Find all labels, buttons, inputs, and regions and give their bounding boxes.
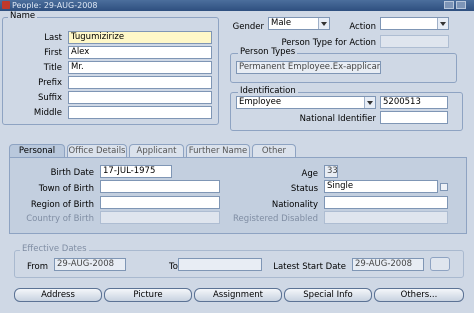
birth-date-field[interactable]: 17-JUL-1975 — [100, 165, 172, 178]
person-types-field[interactable]: Permanent Employee.Ex-applicant — [236, 61, 381, 74]
nationality-label: Nationality — [271, 200, 318, 210]
action-select[interactable] — [380, 17, 449, 30]
town-of-birth-field[interactable] — [100, 180, 220, 193]
descriptive-flexfield-button[interactable] — [430, 257, 450, 271]
prefix-field[interactable] — [68, 76, 212, 89]
tab-applicant[interactable]: Applicant — [129, 144, 184, 157]
chevron-down-icon — [318, 18, 329, 29]
minimize-button[interactable] — [444, 1, 454, 9]
suffix-field[interactable] — [68, 91, 212, 104]
tab-personal[interactable]: Personal — [9, 144, 65, 158]
latest-start-date-label: Latest Start Date — [273, 262, 346, 272]
nationality-field[interactable] — [324, 196, 448, 209]
last-name-field[interactable]: Tugumizirize — [68, 31, 212, 44]
identification-type-select[interactable]: Employee — [236, 96, 376, 109]
effective-dates-title: Effective Dates — [20, 244, 89, 254]
gender-select[interactable]: Male — [268, 17, 330, 30]
national-identifier-field[interactable] — [380, 111, 448, 124]
tab-other[interactable]: Other — [252, 144, 296, 157]
age-label: Age — [301, 169, 318, 179]
special-info-button[interactable]: Special Info — [284, 288, 372, 302]
registered-disabled-field — [324, 211, 448, 224]
last-name-label: Last — [44, 33, 62, 43]
window-title: People: 29-AUG-2008 — [12, 1, 98, 10]
from-date-field: 29-AUG-2008 — [54, 258, 126, 271]
action-label: Action — [349, 22, 376, 32]
name-group-title: Name — [8, 11, 38, 21]
age-field: 33 — [324, 165, 338, 178]
identification-title: Identification — [238, 86, 298, 96]
registered-disabled-label: Registered Disabled — [232, 214, 318, 224]
first-name-field[interactable]: Alex — [68, 46, 212, 59]
middle-name-label: Middle — [33, 108, 62, 118]
from-label: From — [26, 262, 48, 272]
tab-office-details[interactable]: Office Details — [67, 144, 127, 157]
address-button[interactable]: Address — [14, 288, 102, 302]
tab-further-name[interactable]: Further Name — [186, 144, 250, 157]
person-types-title: Person Types — [238, 47, 298, 57]
gender-label: Gender — [232, 22, 264, 32]
chevron-down-icon — [364, 97, 375, 108]
window-titlebar: People: 29-AUG-2008 — [0, 0, 474, 11]
birth-date-label: Birth Date — [50, 168, 94, 178]
list-of-values-icon[interactable] — [440, 183, 448, 191]
to-date-field — [178, 258, 262, 271]
country-of-birth-label: Country of Birth — [26, 214, 94, 224]
chevron-down-icon — [437, 18, 448, 29]
town-of-birth-label: Town of Birth — [38, 184, 94, 194]
region-of-birth-field[interactable] — [100, 196, 220, 209]
status-field[interactable]: Single — [324, 180, 438, 193]
gender-value: Male — [271, 18, 292, 28]
others-button[interactable]: Others... — [374, 288, 464, 302]
title-field[interactable]: Mr. — [68, 61, 212, 74]
picture-button[interactable]: Picture — [104, 288, 192, 302]
middle-name-field[interactable] — [68, 106, 212, 119]
employee-number-field[interactable]: 5200513 — [380, 96, 448, 109]
assignment-button[interactable]: Assignment — [194, 288, 282, 302]
national-identifier-label: National Identifier — [299, 114, 376, 124]
first-name-label: First — [44, 48, 62, 58]
suffix-label: Suffix — [37, 93, 62, 103]
identification-type-value: Employee — [239, 97, 282, 107]
latest-start-date-field: 29-AUG-2008 — [352, 258, 424, 271]
prefix-label: Prefix — [38, 78, 62, 88]
maximize-button[interactable] — [456, 1, 466, 9]
app-icon — [2, 1, 10, 9]
title-label: Title — [43, 63, 62, 73]
person-type-for-action-field[interactable] — [380, 35, 449, 48]
status-label: Status — [290, 184, 318, 194]
to-label: To — [169, 262, 178, 272]
region-of-birth-label: Region of Birth — [30, 200, 94, 210]
country-of-birth-field — [100, 211, 220, 224]
